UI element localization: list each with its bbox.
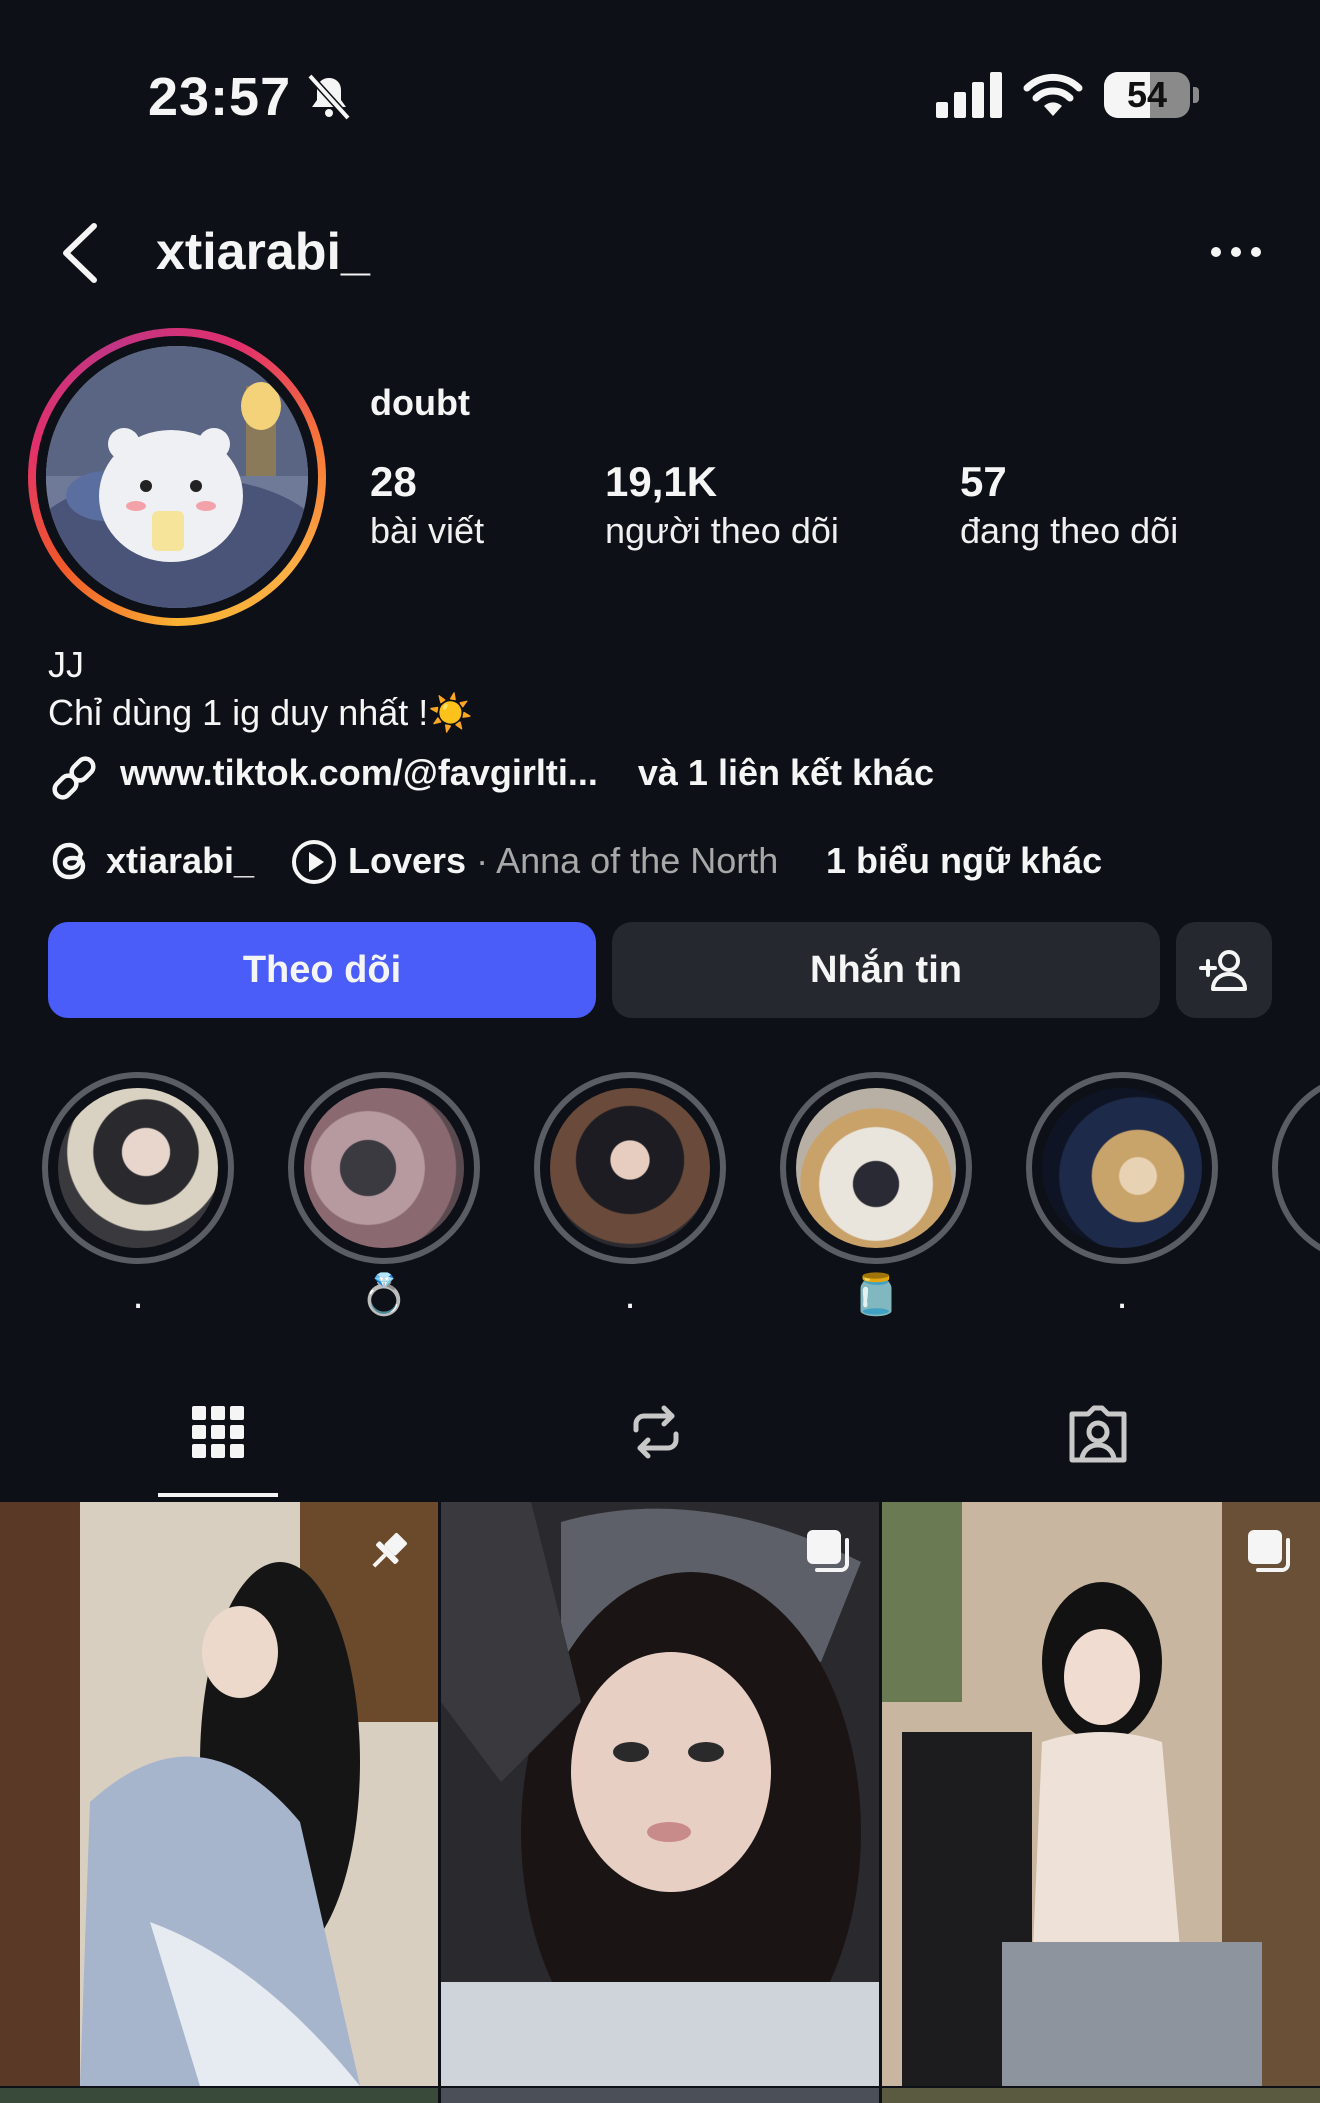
bio-line-2: Chỉ dùng 1 ig duy nhất !☀️ — [48, 692, 474, 733]
pinned-icon — [372, 1533, 407, 1568]
link-icon — [52, 756, 96, 800]
highlight-item[interactable]: . — [534, 1072, 726, 1320]
stat-posts-label: bài viết — [370, 510, 485, 551]
highlight-item[interactable]: . — [42, 1072, 234, 1320]
avatar-image — [46, 346, 308, 608]
profile-username: xtiarabi_ — [156, 223, 370, 281]
stat-following[interactable]: 57 đang theo dõi — [960, 458, 1178, 552]
active-tab-indicator — [158, 1493, 278, 1497]
more-options-icon[interactable] — [1208, 232, 1264, 272]
music-title: Lovers — [348, 840, 467, 881]
battery-indicator: 54 — [1104, 72, 1200, 118]
add-person-icon — [1199, 950, 1247, 991]
follow-button[interactable]: Theo dõi — [48, 922, 596, 1018]
post-image — [882, 1502, 1320, 2086]
status-time: 23:57 — [148, 67, 292, 127]
music-separator: · — [466, 840, 497, 881]
profile-avatar[interactable] — [28, 328, 326, 626]
threads-handle[interactable]: xtiarabi_ — [106, 840, 254, 882]
stat-followers[interactable]: 19,1K người theo dõi — [605, 458, 839, 552]
stat-followers-label: người theo dõi — [605, 510, 839, 551]
stat-followers-count: 19,1K — [605, 458, 718, 505]
highlight-item[interactable]: 🫙 — [780, 1072, 972, 1320]
grid-icon[interactable] — [182, 1396, 254, 1468]
bio-line-1: JJ — [48, 644, 84, 685]
carousel-icon — [1248, 1530, 1290, 1572]
silent-bell-icon — [307, 73, 351, 121]
stat-posts: 28 bài viết — [370, 458, 484, 552]
post-thumbnail[interactable] — [441, 2088, 879, 2103]
post-thumbnail[interactable] — [882, 1502, 1320, 2086]
highlight-label: 🫙 — [851, 1273, 901, 1317]
post-image — [0, 1502, 438, 2086]
wifi-icon — [1023, 73, 1083, 116]
post-thumbnail[interactable] — [0, 1502, 438, 2086]
highlight-label: . — [1116, 1273, 1128, 1317]
reels-icon[interactable] — [620, 1396, 692, 1468]
highlight-cover — [1042, 1088, 1202, 1248]
stat-following-label: đang theo dõi — [960, 510, 1179, 551]
post-thumbnail[interactable] — [0, 2088, 438, 2103]
bio-link-more[interactable]: và 1 liên kết khác — [638, 752, 934, 793]
back-arrow-icon[interactable] — [56, 220, 106, 286]
message-button[interactable]: Nhắn tin — [612, 922, 1160, 1018]
profile-music[interactable]: Lovers · Anna of the North — [348, 840, 778, 882]
tagged-icon[interactable] — [1062, 1396, 1134, 1468]
more-banners-link[interactable]: 1 biểu ngữ khác — [826, 840, 1102, 882]
carousel-icon — [807, 1530, 849, 1572]
highlight-cover — [550, 1088, 710, 1248]
battery-percentage: 54 — [1126, 74, 1168, 115]
music-artist: Anna of the North — [496, 840, 779, 881]
display-name: doubt — [370, 382, 470, 423]
stat-following-count: 57 — [960, 458, 1007, 505]
post-image — [441, 1502, 879, 2086]
bio-link-url[interactable]: www.tiktok.com/@favgirlti... — [120, 752, 598, 793]
highlight-item-partial[interactable] — [1272, 1072, 1320, 1264]
threads-icon[interactable] — [48, 838, 94, 884]
highlight-label: . — [132, 1273, 144, 1317]
play-circle-icon[interactable] — [290, 838, 338, 886]
highlight-label: . — [624, 1273, 636, 1317]
highlight-item[interactable]: 💍 — [288, 1072, 480, 1320]
bio-link[interactable]: www.tiktok.com/@favgirlti... và 1 liên k… — [120, 752, 934, 794]
stat-posts-count: 28 — [370, 458, 417, 505]
highlight-cover — [304, 1088, 464, 1248]
highlight-label: 💍 — [359, 1273, 409, 1317]
highlight-item[interactable]: . — [1026, 1072, 1218, 1320]
highlight-cover — [58, 1088, 218, 1248]
post-thumbnail[interactable] — [441, 1502, 879, 2086]
suggest-user-button[interactable] — [1176, 922, 1272, 1018]
highlight-cover — [796, 1088, 956, 1248]
cellular-signal-icon — [936, 72, 1002, 118]
post-thumbnail[interactable] — [882, 2088, 1320, 2103]
